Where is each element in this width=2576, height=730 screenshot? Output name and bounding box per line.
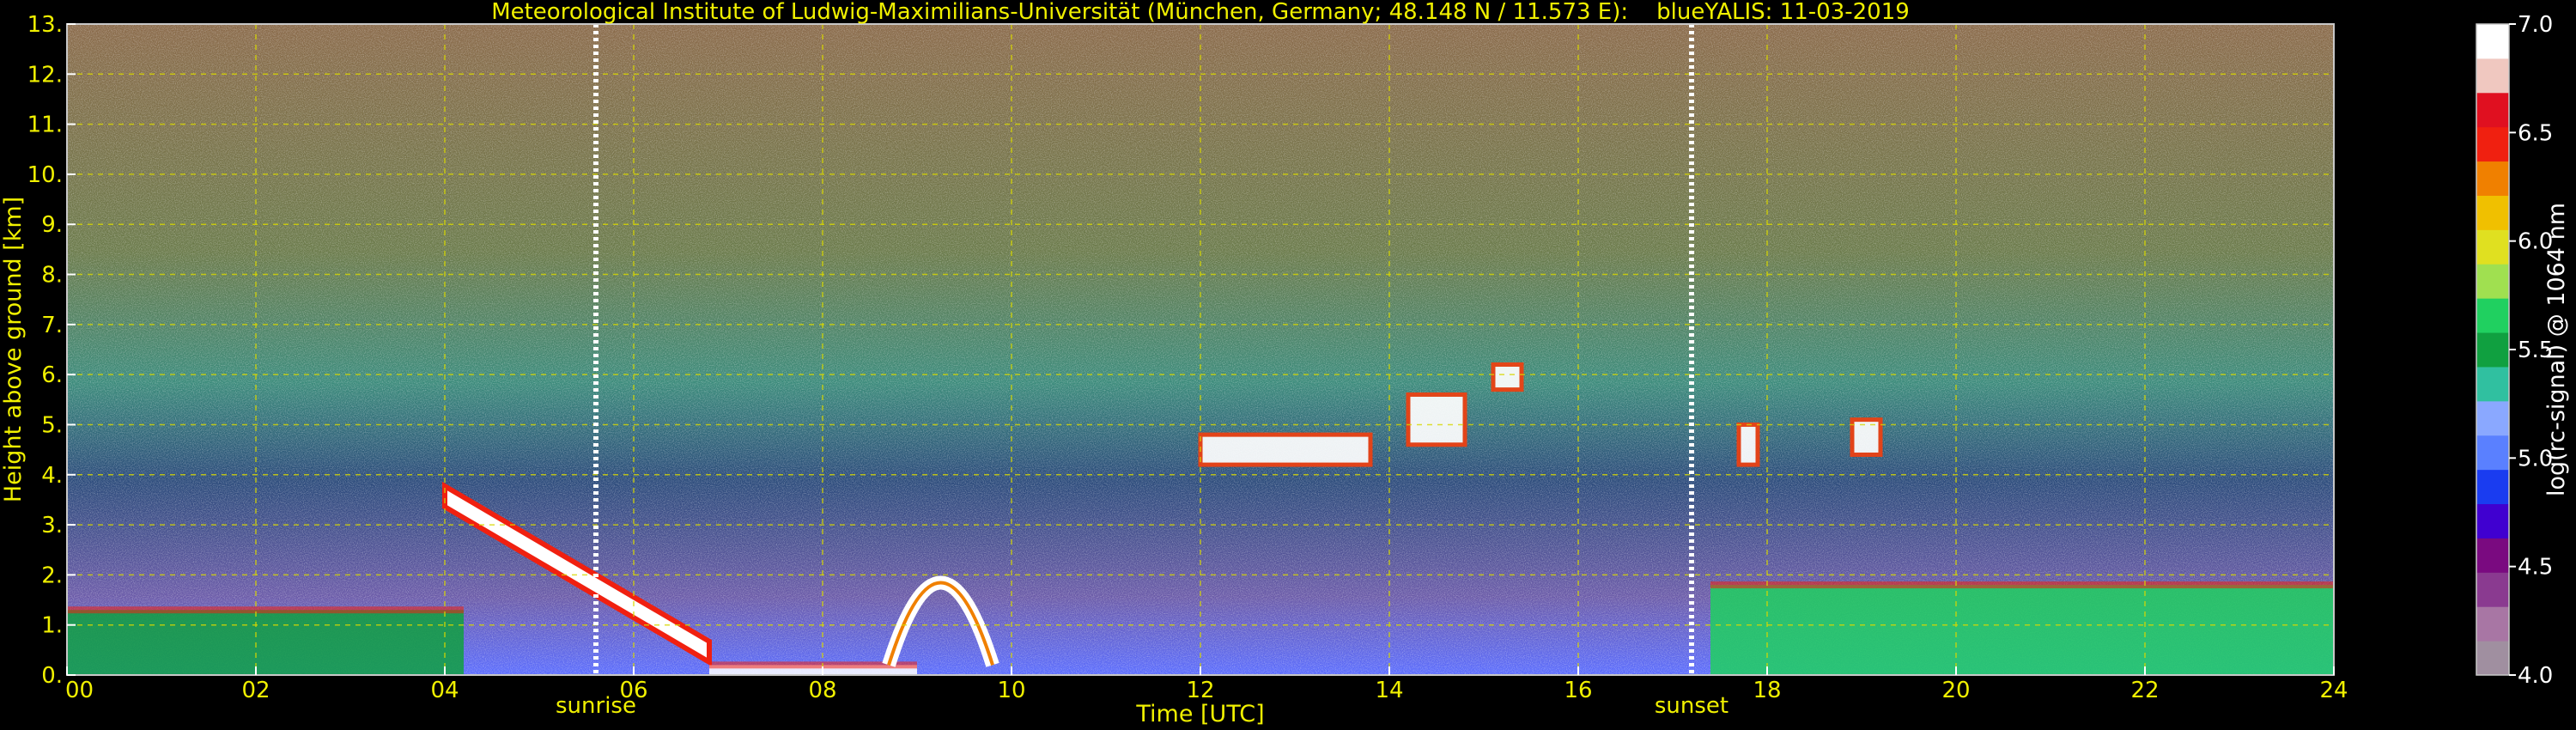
y-tick-label-5.: 5.	[41, 412, 63, 438]
y-tick-label-13.: 13.	[27, 12, 63, 38]
x-tick-label-14: 14	[1375, 678, 1403, 703]
lidar-chart: 00 02 04 06 08 10 12 14 16 18 20 22 24 0.1.2.3.4.5.6…	[0, 0, 2570, 727]
feature-boundary-layer-7	[1710, 585, 2334, 675]
colorbar-segment-10	[2476, 298, 2509, 333]
y-tick-label-4.: 4.	[41, 463, 63, 489]
colorbar-segment-2	[2476, 572, 2509, 607]
colorbar-segment-15	[2476, 126, 2509, 162]
y-tick-label-6.: 6.	[41, 362, 63, 388]
feature-cloud-8	[1736, 422, 1760, 467]
colorbar-segment-12	[2476, 229, 2509, 265]
colorbar-label: log(rc-signal) @ 1064 nm	[2543, 203, 2570, 496]
colorbar-segment-1	[2476, 606, 2509, 642]
y-tick-label-3.: 3.	[41, 513, 63, 538]
colorbar-segment-6	[2476, 435, 2509, 471]
y-tick-label-9.: 9.	[41, 212, 63, 238]
colorbar-segment-9	[2476, 332, 2509, 368]
colorbar-tick-label-7.0: 7.0	[2518, 12, 2553, 38]
y-tick-label-12.: 12.	[27, 62, 63, 88]
colorbar-segment-7	[2476, 400, 2509, 436]
x-tick-label-10: 10	[997, 678, 1025, 703]
x-tick-label-02: 02	[241, 678, 270, 703]
x-tick-label-00: 00	[65, 678, 94, 703]
colorbar-segment-4	[2476, 503, 2509, 538]
x-tick-label-04: 04	[430, 678, 459, 703]
colorbar-segment-17	[2476, 58, 2509, 94]
x-tick-label-08: 08	[808, 678, 836, 703]
feature-cloud-9	[1850, 417, 1883, 457]
colorbar: 4.04.55.05.56.06.57.0	[2476, 12, 2553, 689]
y-axis-label: Height above ground [km]	[0, 197, 27, 502]
feature-boundary-layer-0	[67, 610, 464, 675]
x-tick-label-18: 18	[1753, 678, 1781, 703]
y-tick-label-8.: 8.	[41, 263, 63, 289]
y-tick-label-2.: 2.	[41, 563, 63, 588]
colorbar-segment-13	[2476, 195, 2509, 230]
feature-boundary-layer-top-0	[67, 606, 464, 614]
x-tick-label-22: 22	[2130, 678, 2159, 703]
y-tick-label-10.: 10.	[27, 162, 63, 188]
colorbar-segment-11	[2476, 264, 2509, 299]
lidar-quicklook: 00 02 04 06 08 10 12 14 16 18 20 22 24 0. 1. 2. 3. 4. 5. 6…	[0, 0, 2576, 730]
x-tick-label-16: 16	[1564, 678, 1592, 703]
colorbar-segment-14	[2476, 161, 2509, 196]
x-tick-label-20: 20	[1941, 678, 1970, 703]
colorbar-segment-3	[2476, 538, 2509, 573]
colorbar-tick-label-4.5: 4.5	[2518, 555, 2553, 581]
colorbar-tick-label-4.0: 4.0	[2518, 663, 2553, 689]
colorbar-segment-18	[2476, 24, 2509, 59]
y-tick-label-1.: 1.	[41, 613, 63, 639]
colorbar-segment-8	[2476, 366, 2509, 402]
colorbar-segment-0	[2476, 641, 2509, 676]
feature-boundary-layer-top-7	[1710, 581, 2334, 589]
chart-title: Meteorological Institute of Ludwig-Maxim…	[491, 0, 1910, 25]
y-tick-label-0.: 0.	[41, 663, 63, 689]
colorbar-segment-5	[2476, 469, 2509, 505]
x-tick-label-12: 12	[1186, 678, 1214, 703]
feature-cloud-layer-5	[1406, 392, 1467, 447]
feature-cloud-6	[1491, 362, 1524, 392]
colorbar-tick-label-6.5: 6.5	[2518, 120, 2553, 146]
x-tick-label-24: 24	[2319, 678, 2348, 703]
marker-label-sunrise: sunrise	[556, 693, 636, 719]
marker-label-sunset: sunset	[1655, 693, 1728, 719]
y-tick-label-7.: 7.	[41, 313, 63, 338]
feature-cloud-layer-4	[1198, 432, 1373, 467]
x-axis-label: Time [UTC]	[1135, 701, 1264, 727]
colorbar-segment-16	[2476, 92, 2509, 128]
y-tick-label-11.: 11.	[27, 113, 63, 138]
